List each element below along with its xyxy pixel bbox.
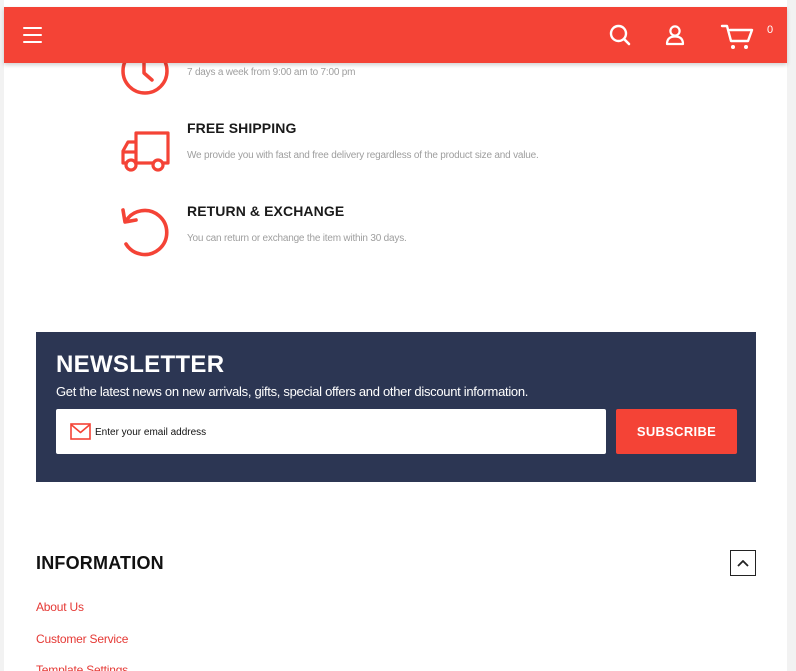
feature-title: RETURN & EXCHANGE [187,203,345,219]
cart-count-badge: 0 [767,24,774,36]
mail-icon [70,423,91,440]
info-link-about-us[interactable]: About Us [36,600,84,614]
feature-description: 7 days a week from 9:00 am to 7:00 pm [187,67,356,78]
collapse-toggle-button[interactable] [730,550,756,576]
newsletter-title: NEWSLETTER [56,351,225,378]
subscribe-button[interactable]: SUBSCRIBE [616,409,737,454]
user-icon[interactable] [661,21,689,49]
site-header: 0 [4,7,787,63]
cart-icon[interactable] [720,21,756,49]
newsletter-section: NEWSLETTER Get the latest news on new ar… [36,332,756,482]
search-icon[interactable] [606,21,634,49]
email-field[interactable] [56,409,606,454]
chevron-up-icon [737,560,749,567]
information-heading: INFORMATION [36,553,164,573]
truck-icon [118,124,172,178]
return-arrow-icon [118,206,172,260]
info-link-customer-service[interactable]: Customer Service [36,632,128,646]
feature-description: You can return or exchange the item with… [187,233,407,244]
email-input[interactable] [95,422,575,442]
feature-title: FREE SHIPPING [187,120,297,136]
feature-description: We provide you with fast and free delive… [187,150,539,161]
hamburger-menu-icon[interactable] [23,24,45,46]
newsletter-subtitle: Get the latest news on new arrivals, gif… [56,384,529,399]
info-link-template-settings[interactable]: Template Settings [36,663,128,671]
